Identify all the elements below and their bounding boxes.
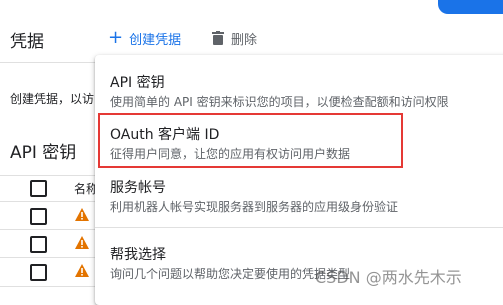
menu-item-description: 使用简单的 API 密钥来标识您的项目，以便检查配额和访问权限 bbox=[110, 95, 449, 109]
menu-item-title: 帮我选择 bbox=[110, 247, 166, 263]
oauth-highlight-box bbox=[98, 113, 403, 168]
top-right-blue-strip bbox=[438, 0, 503, 14]
menu-item-api-key[interactable]: API 密钥 使用简单的 API 密钥来标识您的项目，以便检查配额和访问权限 bbox=[95, 55, 503, 113]
trash-icon bbox=[212, 31, 224, 45]
menu-item-title: 服务帐号 bbox=[110, 180, 166, 196]
row-checkbox[interactable] bbox=[30, 264, 47, 281]
warning-icon bbox=[75, 264, 89, 277]
menu-item-description: 利用机器人帐号实现服务器到服务器的应用级身份验证 bbox=[110, 200, 399, 214]
credentials-header: 凭据 + 创建凭据 删除 bbox=[0, 22, 503, 56]
page-title: 凭据 bbox=[10, 32, 44, 52]
menu-item-description: 询问几个问题以帮助您决定要使用的凭据类型 bbox=[110, 267, 351, 281]
watermark-text: CSDN @两水先木示 bbox=[315, 268, 462, 287]
warning-icon bbox=[75, 208, 89, 221]
top-bar bbox=[0, 0, 503, 14]
api-keys-section-title: API 密钥 bbox=[10, 143, 77, 163]
menu-item-title: API 密钥 bbox=[110, 75, 165, 91]
delete-button[interactable]: 删除 bbox=[212, 28, 257, 48]
credentials-description: 创建凭据，以访 bbox=[10, 92, 95, 106]
menu-item-service-account[interactable]: 服务帐号 利用机器人帐号实现服务器到服务器的应用级身份验证 bbox=[95, 169, 503, 225]
row-checkbox[interactable] bbox=[30, 208, 47, 225]
create-credentials-button[interactable]: + 创建凭据 bbox=[108, 28, 181, 48]
row-checkbox[interactable] bbox=[30, 236, 47, 253]
select-all-checkbox[interactable] bbox=[30, 180, 47, 197]
create-credentials-label: 创建凭据 bbox=[129, 32, 182, 48]
delete-label: 删除 bbox=[231, 32, 258, 48]
plus-icon: + bbox=[108, 27, 124, 48]
warning-icon bbox=[75, 236, 89, 249]
